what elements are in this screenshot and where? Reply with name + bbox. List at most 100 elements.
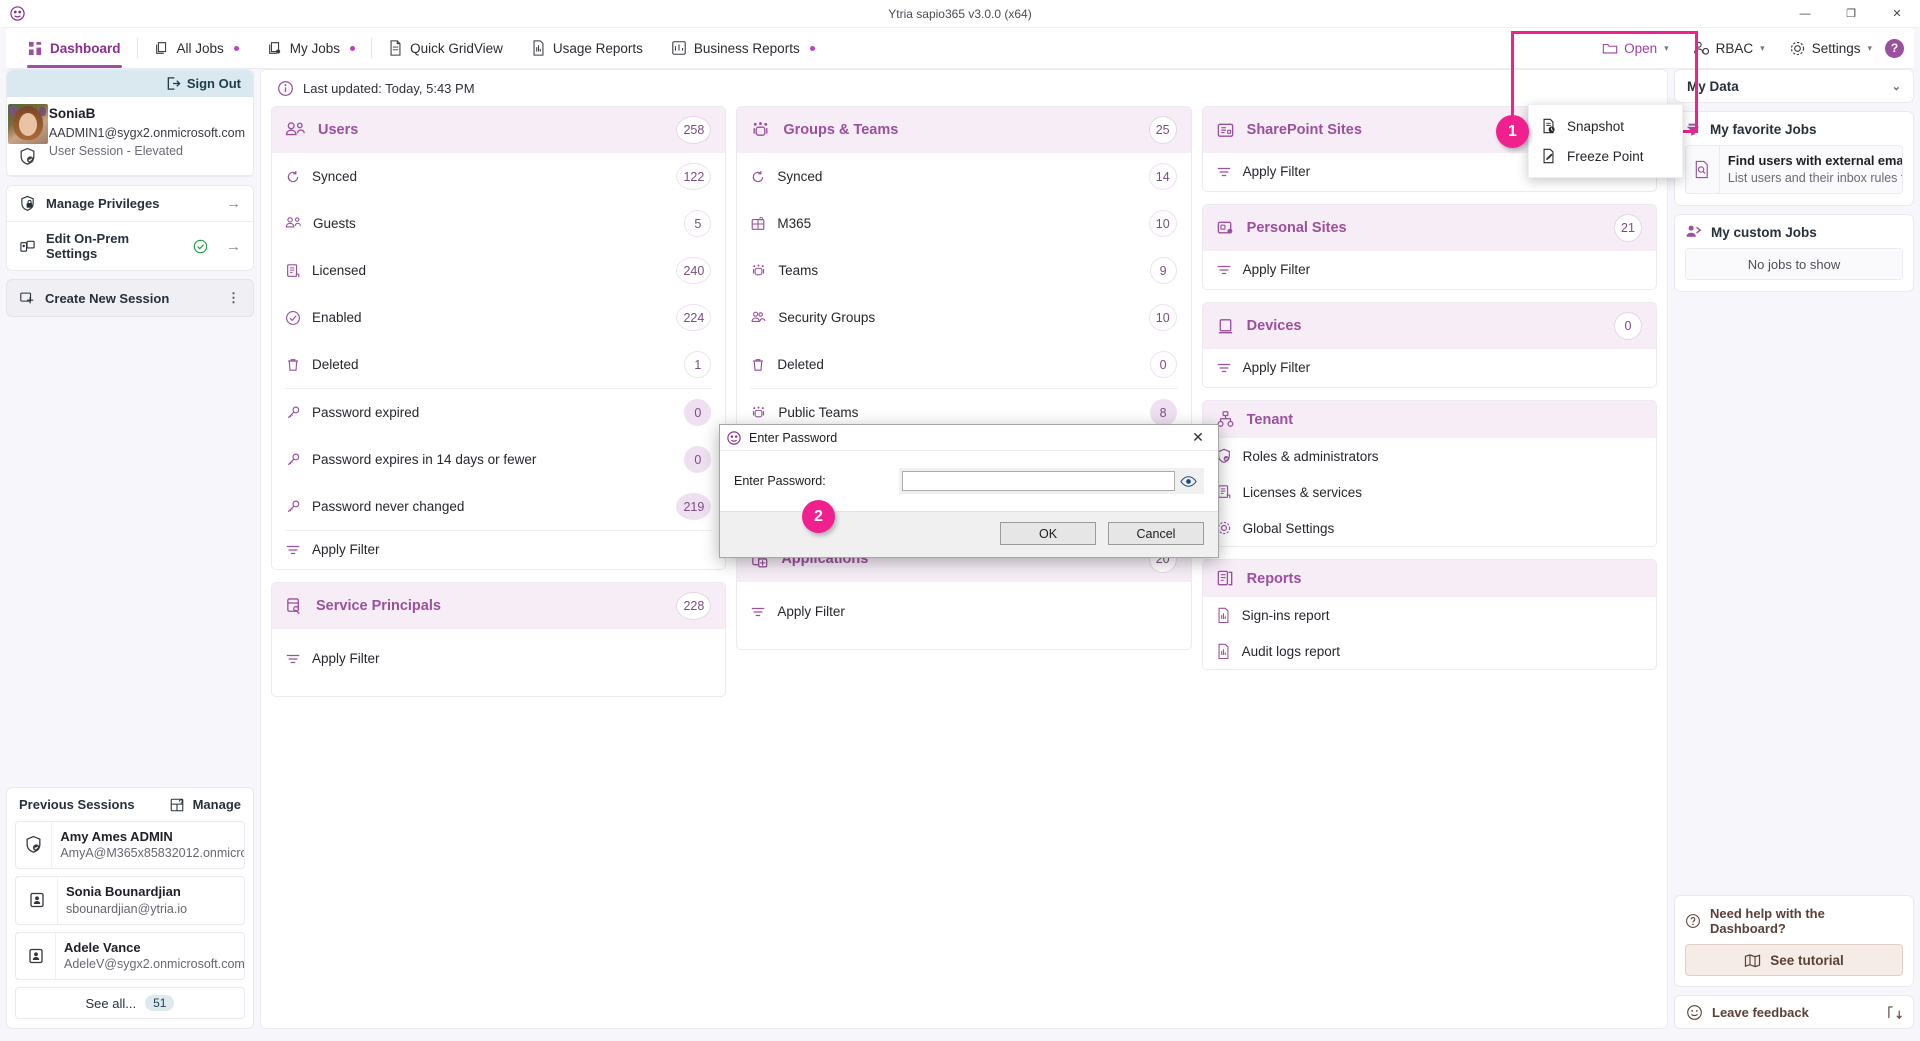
row-enabled[interactable]: Enabled 224 [272,294,725,341]
tab-my-jobs[interactable]: My Jobs [253,28,369,68]
row-global-settings[interactable]: Global Settings [1203,510,1656,546]
row-password-never-changed[interactable]: Password never changed 219 [272,483,725,530]
key-icon [285,405,301,421]
tab-quick-gridview[interactable]: Quick GridView [374,28,517,68]
list-item[interactable]: Adele Vance AdeleV@sygx2.onmicrosoft.com [15,932,245,980]
settings-button[interactable]: Settings ▾ [1778,28,1883,69]
row-synced[interactable]: Synced 122 [272,153,725,200]
card-header[interactable]: Personal Sites 21 [1203,205,1656,251]
edit-on-prem-label: Edit On-Prem Settings [46,231,183,261]
menu-item-freeze-point[interactable]: Freeze Point [1529,141,1682,171]
open-dropdown-menu: Snapshot Freeze Point [1528,104,1683,178]
row-label: Password never changed [312,499,665,514]
card-header[interactable]: Users 258 [272,107,725,153]
apply-filter-users[interactable]: Apply Filter [272,531,725,569]
row-groups-deleted[interactable]: Deleted 0 [737,341,1190,388]
menu-item-snapshot[interactable]: Snapshot [1529,111,1682,141]
row-sign-ins-report[interactable]: Sign-ins report [1203,597,1656,633]
close-button[interactable]: ✕ [1874,0,1920,28]
row-licenses-services[interactable]: Licenses & services [1203,474,1656,510]
see-all-sessions-button[interactable]: See all... 51 [15,987,245,1019]
list-item[interactable]: Find users with external email ... List … [1685,145,1903,194]
apply-filter-service-principals[interactable]: Apply Filter [272,629,725,696]
row-deleted[interactable]: Deleted 1 [272,341,725,388]
rbac-button[interactable]: RBAC ▾ [1682,28,1776,69]
create-new-session-button[interactable]: Create New Session ⋮ [6,279,254,317]
help-button[interactable]: ? [1885,39,1904,58]
manage-sessions-button[interactable]: Manage [169,797,241,813]
tab-label: Dashboard [50,41,121,56]
edit-on-prem-settings-link[interactable]: Edit On-Prem Settings → [7,222,253,270]
apply-filter-applications[interactable]: Apply Filter [737,582,1190,649]
row-guests[interactable]: Guests 5 [272,200,725,247]
see-tutorial-label: See tutorial [1770,953,1844,968]
close-icon[interactable]: ✕ [1185,427,1211,449]
list-item[interactable]: Sonia Bounardjian sbounardjian@ytria.io [15,876,245,924]
apply-filter-personal-sites[interactable]: Apply Filter [1203,251,1656,289]
row-groups-synced[interactable]: Synced 14 [737,153,1190,200]
teams-icon [750,121,771,140]
tab-dashboard[interactable]: Dashboard [14,28,135,68]
notification-dot-icon [350,46,355,51]
card-title: Service Principals [316,598,664,614]
sign-out-label: Sign Out [187,76,241,91]
apply-filter-devices[interactable]: Apply Filter [1203,349,1656,387]
card-header[interactable]: Service Principals 228 [272,583,725,629]
list-item-text: Find users with external email ... List … [1720,146,1902,193]
device-icon [1216,317,1235,336]
eye-icon[interactable] [1175,475,1201,488]
row-label: Licenses & services [1243,485,1642,500]
minimize-button[interactable]: — [1782,0,1828,28]
tab-business-reports[interactable]: Business Reports [657,28,829,68]
row-audit-logs-report[interactable]: Audit logs report [1203,633,1656,669]
ok-button[interactable]: OK [1000,522,1096,545]
row-count: 10 [1149,304,1177,331]
row-label: Deleted [777,357,1138,372]
row-roles-administrators[interactable]: Roles & administrators [1203,438,1656,474]
leave-feedback-button[interactable]: Leave feedback [1674,995,1914,1029]
report-doc-icon [1216,643,1231,659]
expand-icon[interactable] [1887,1005,1902,1020]
tab-label: Business Reports [694,41,800,56]
my-data-section[interactable]: My Data ⌄ [1674,69,1914,103]
maximize-button[interactable]: ❐ [1828,0,1874,28]
user-name: SoniaB [49,104,245,124]
tab-usage-reports[interactable]: Usage Reports [517,28,657,68]
sign-out-button[interactable]: Sign Out [7,70,253,97]
check-icon [285,310,301,326]
row-label: Synced [312,169,665,184]
dashboard-column-3: SharePoint Sites 16 Apply Filter [1202,106,1657,697]
row-password-expires-soon[interactable]: Password expires in 14 days or fewer 0 [272,436,725,483]
see-all-count: 51 [145,995,174,1011]
card-count: 21 [1614,214,1642,242]
see-tutorial-button[interactable]: See tutorial [1685,944,1903,976]
row-teams[interactable]: Teams 9 [737,247,1190,294]
card-header[interactable]: Reports [1203,560,1656,597]
row-password-expired[interactable]: Password expired 0 [272,389,725,436]
manage-label: Manage [193,797,241,812]
card-header[interactable]: Groups & Teams 25 [737,107,1190,153]
more-options-icon[interactable]: ⋮ [227,290,241,306]
open-button[interactable]: Open ▾ [1591,28,1680,69]
tab-all-jobs[interactable]: All Jobs [140,28,253,68]
row-licensed[interactable]: Licensed 240 [272,247,725,294]
row-security-groups[interactable]: Security Groups 10 [737,294,1190,341]
card-header[interactable]: Tenant [1203,401,1656,438]
card-title: Personal Sites [1247,220,1602,236]
card-header[interactable]: Devices 0 [1203,303,1656,349]
shield-check-icon [16,822,52,868]
password-input[interactable] [902,471,1175,491]
my-jobs-icon [267,40,283,56]
manage-privileges-link[interactable]: Manage Privileges → [7,186,253,222]
list-item-text: Sonia Bounardjian sbounardjian@ytria.io [58,877,195,923]
custom-jobs-panel: My custom Jobs No jobs to show [1674,214,1914,292]
users-icon [285,216,302,231]
list-item[interactable]: Amy Ames ADMIN AmyA@M365x85832012.onmicr… [15,821,245,869]
row-label: Sign-ins report [1242,608,1642,623]
menu-item-label: Freeze Point [1567,149,1644,164]
row-m365[interactable]: M365 10 [737,200,1190,247]
tab-label: Quick GridView [410,41,503,56]
chevron-down-icon[interactable]: ⌄ [1892,80,1901,93]
callout-1: 1 [1496,115,1529,148]
cancel-button[interactable]: Cancel [1108,522,1204,545]
